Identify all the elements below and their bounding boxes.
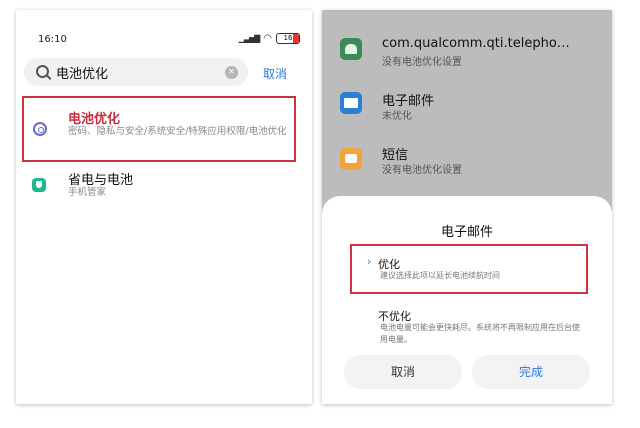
search-input[interactable]: 电池优化: [56, 63, 108, 82]
right-screenshot: com.qualcomm.qti.telepho… 没有电池优化设置 电子邮件 …: [322, 10, 612, 404]
clear-icon[interactable]: ×: [225, 66, 238, 79]
sms-icon: [340, 148, 362, 170]
option-no-optimize-desc: 电池电量可能会更快耗尽。系统将不再限制应用在后台使用电量。: [380, 323, 580, 344]
sheet-title: 电子邮件: [440, 225, 493, 240]
left-screenshot: 16:10 ▁▃▅▇ ◠ 16 电池优化 × 取消 电池优化 密码、隐私与安全/…: [16, 10, 312, 404]
battery-icon: 16: [276, 33, 300, 44]
app-status: 未优化: [382, 111, 412, 122]
fingerprint-icon: [33, 122, 47, 136]
app-name[interactable]: com.qualcomm.qti.telepho…: [382, 36, 570, 51]
status-icons: ▁▃▅▇ ◠ 16: [239, 33, 300, 44]
chevron-right-icon: ›: [367, 255, 372, 268]
optimization-sheet: 电子邮件 › 优化 建议选择此项以延长电池续航时间 不优化 电池电量可能会更快耗…: [322, 196, 612, 404]
search-box[interactable]: 电池优化 ×: [24, 58, 248, 86]
search-icon: [36, 65, 49, 78]
done-button[interactable]: 完成: [472, 355, 590, 389]
signal-icon: ▁▃▅▇: [238, 34, 261, 43]
android-icon: [340, 38, 362, 60]
mail-icon: [340, 92, 362, 114]
app-status: 没有电池优化设置: [382, 165, 462, 176]
wifi-icon: ◠: [263, 33, 272, 44]
search-cancel-button[interactable]: 取消: [263, 65, 287, 82]
option-optimize-desc: 建议选择此项以延长电池续航时间: [380, 271, 500, 280]
result-battery-optimization-path: 密码、隐私与安全/系统安全/特殊应用权限/电池优化: [68, 126, 287, 137]
cancel-button[interactable]: 取消: [344, 355, 462, 389]
result-power-battery-subtitle: 手机管家: [68, 187, 107, 198]
status-time: 16:10: [38, 34, 67, 45]
app-status: 没有电池优化设置: [382, 57, 462, 68]
shield-icon: [32, 178, 46, 192]
